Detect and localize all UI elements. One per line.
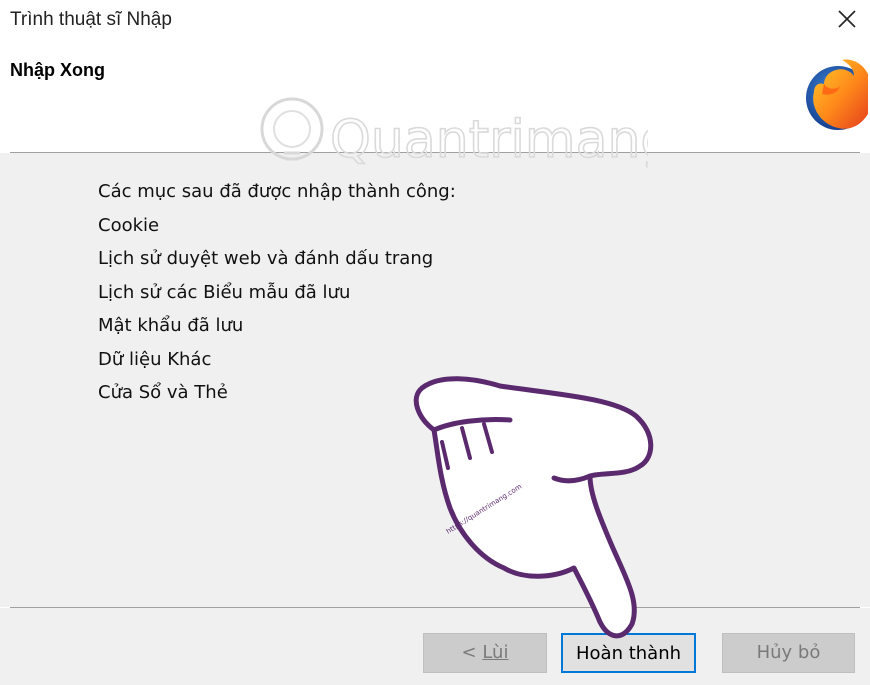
cancel-button[interactable]: Hủy bỏ bbox=[722, 633, 855, 673]
content-panel: Các mục sau đã được nhập thành công: Coo… bbox=[0, 153, 870, 607]
close-icon[interactable] bbox=[836, 6, 858, 32]
page-heading: Nhập Xong bbox=[10, 60, 105, 80]
list-item: Lịch sử duyệt web và đánh dấu trang bbox=[98, 248, 434, 269]
list-item: Mật khẩu đã lưu bbox=[98, 315, 244, 336]
list-item: Cửa Sổ và Thẻ bbox=[98, 382, 228, 403]
imported-items-list: Các mục sau đã được nhập thành công: Coo… bbox=[98, 175, 456, 410]
window-title: Trình thuật sĩ Nhập bbox=[10, 9, 172, 30]
list-item: Lịch sử các Biểu mẫu đã lưu bbox=[98, 281, 351, 303]
header-panel: Nhập Xong bbox=[0, 44, 870, 152]
back-label: Lùi bbox=[482, 642, 509, 663]
back-prefix: < bbox=[461, 642, 483, 663]
button-bar: < Lùi Hoàn thành Hủy bỏ bbox=[0, 608, 870, 685]
back-button[interactable]: < Lùi bbox=[423, 633, 547, 673]
list-intro: Các mục sau đã được nhập thành công: bbox=[98, 181, 456, 202]
list-item: Dữ liệu Khác bbox=[98, 348, 212, 370]
firefox-logo-icon bbox=[798, 54, 868, 134]
title-bar: Trình thuật sĩ Nhập bbox=[0, 0, 870, 44]
finish-button[interactable]: Hoàn thành bbox=[561, 633, 696, 673]
list-item: Cookie bbox=[98, 214, 160, 236]
